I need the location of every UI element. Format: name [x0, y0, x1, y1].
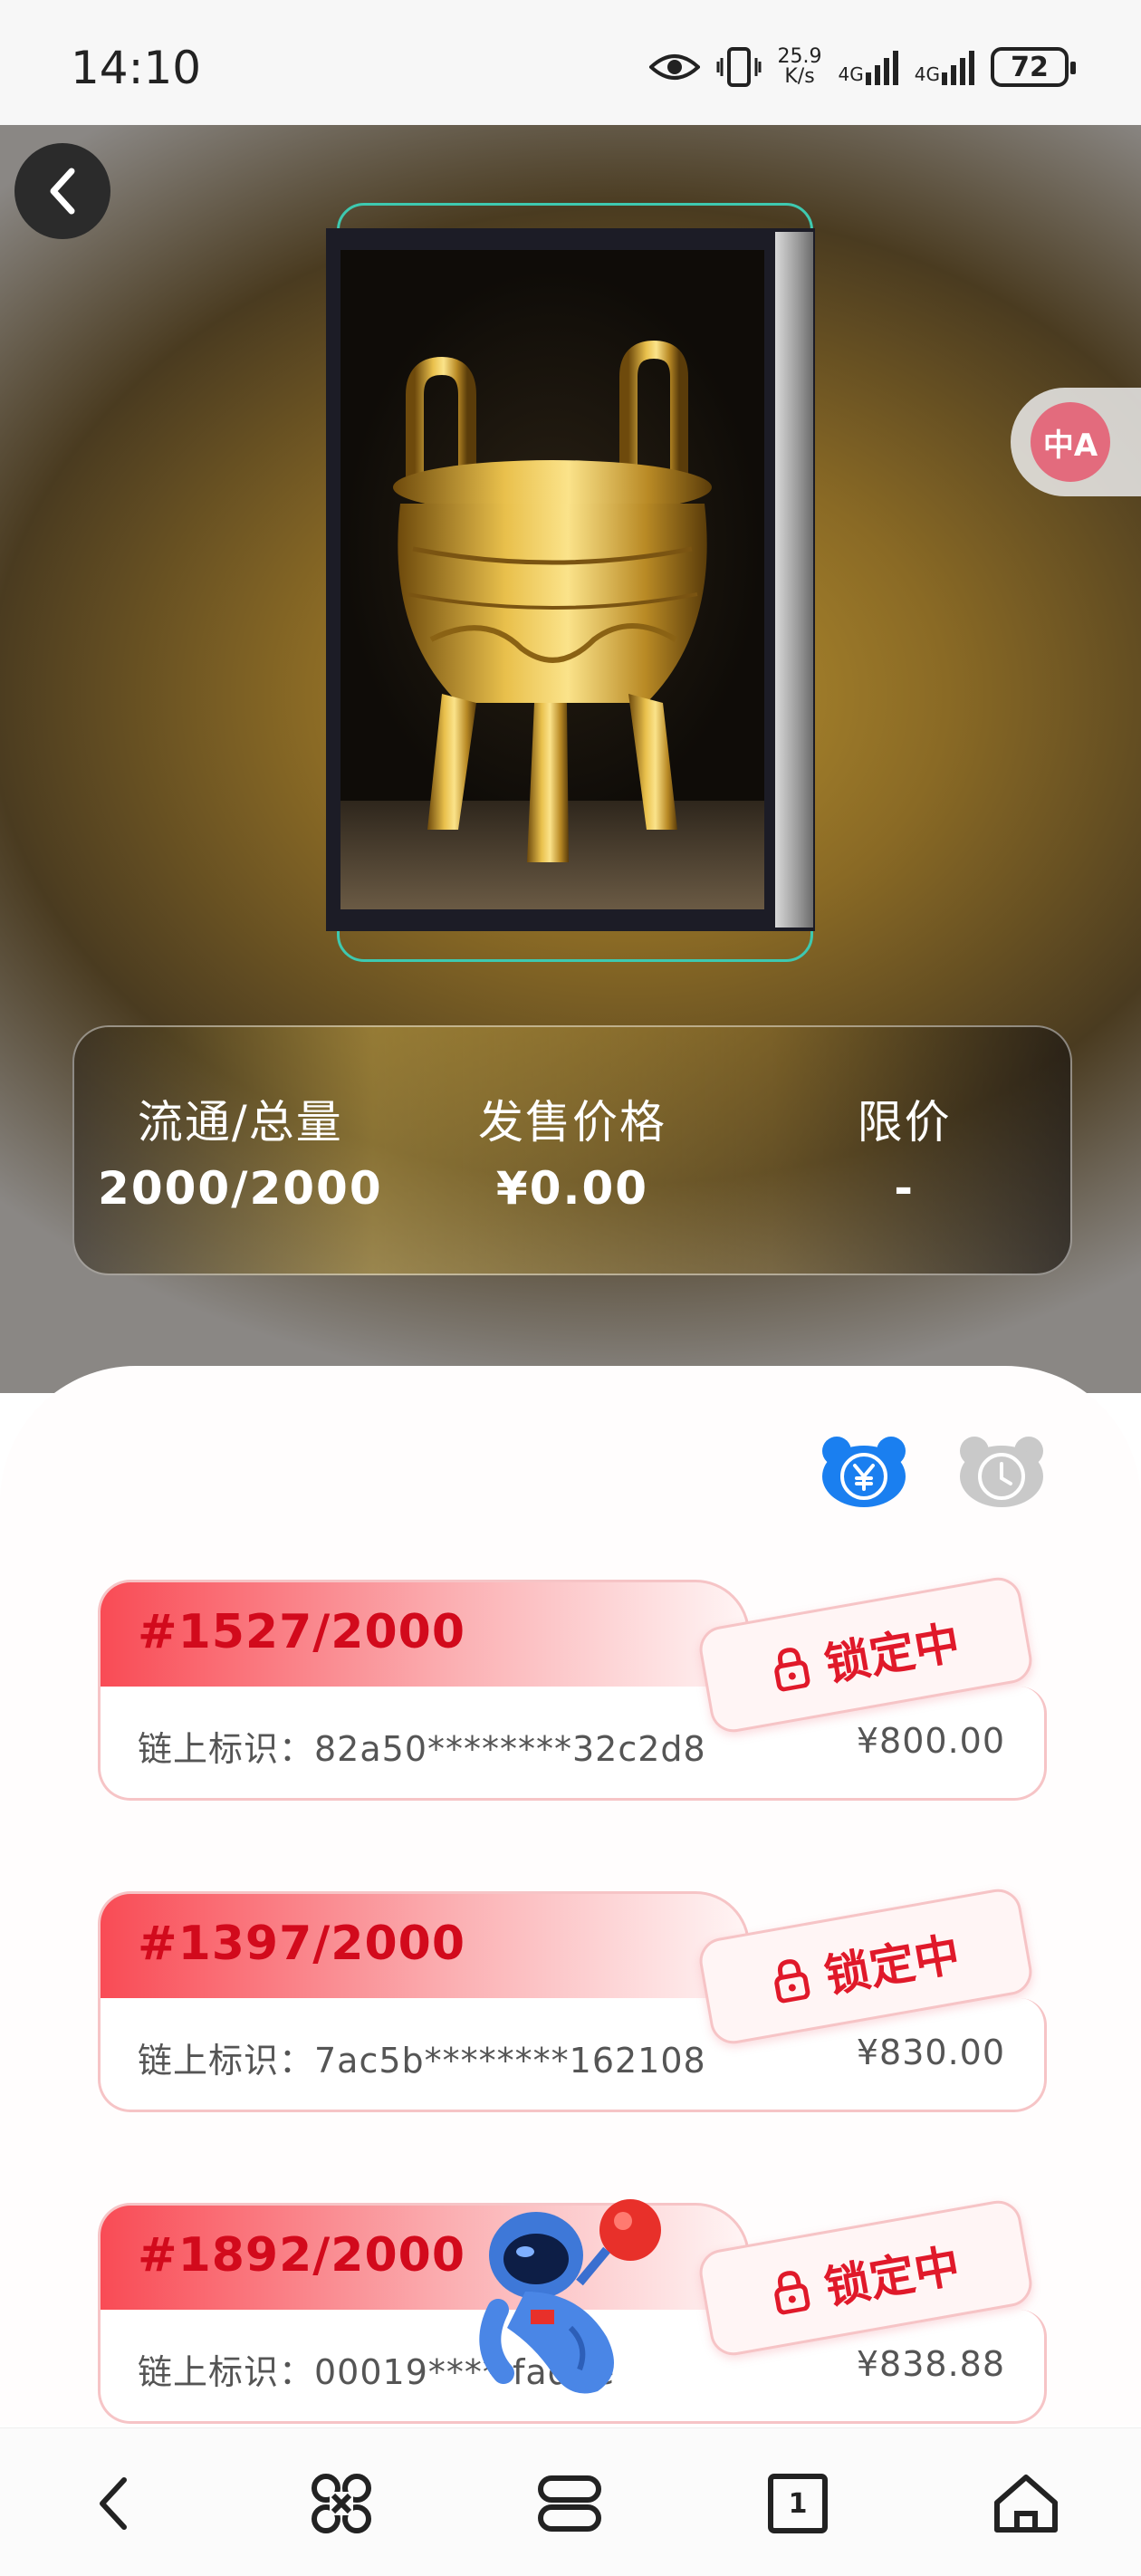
circulation-label: 流通/总量 — [137, 1096, 343, 1149]
multitask-icon — [538, 2475, 601, 2532]
back-button[interactable] — [14, 143, 110, 239]
listing-card[interactable]: #1527/2000 链上标识：82a50********32c2d8 ¥800… — [98, 1573, 1047, 1801]
translate-button[interactable]: 中A — [1011, 388, 1141, 496]
signal-1-label: 4G — [838, 63, 864, 85]
astronaut-icon — [479, 2199, 661, 2394]
limit-column: 限价 - — [738, 1027, 1070, 1274]
status-time: 14:10 — [71, 42, 202, 94]
lock-icon — [774, 1959, 810, 2004]
translate-icon: 中A — [1031, 402, 1110, 482]
vibrate-icon — [716, 47, 762, 87]
listing-price: ¥838.88 — [856, 2344, 1005, 2384]
status-bar: 14:10 25.9 K/s 4G 4G 72 — [0, 0, 1141, 125]
lock-icon — [774, 2271, 810, 2315]
clock-bear-icon — [960, 1437, 1043, 1507]
chevron-left-icon — [50, 168, 75, 215]
signal-bars-icon — [942, 49, 974, 85]
home-icon — [994, 2475, 1058, 2533]
net-speed: 25.9 K/s — [778, 47, 822, 87]
eye-icon — [648, 54, 700, 80]
edition-info-card: 流通/总量 2000/2000 发售价格 ¥0.00 限价 - — [72, 1025, 1072, 1275]
circulation-column: 流通/总量 2000/2000 — [74, 1027, 407, 1274]
artwork-image[interactable] — [340, 250, 764, 909]
nav-multitask-button[interactable] — [529, 2463, 610, 2544]
listing-price: ¥830.00 — [856, 2033, 1005, 2072]
golden-cauldron-illustration — [393, 340, 712, 862]
signal-bars-icon — [865, 49, 898, 85]
status-icons: 25.9 K/s 4G 4G 72 — [648, 38, 1076, 96]
nav-home-button[interactable] — [985, 2463, 1067, 2544]
circulation-value: 2000/2000 — [98, 1162, 383, 1215]
nav-apps-button[interactable] — [301, 2463, 382, 2544]
artwork-frame-edge — [775, 232, 813, 928]
locked-label: 锁定中 — [820, 1616, 964, 1692]
signal-1: 4G — [839, 49, 898, 85]
price-label: 发售价格 — [478, 1096, 666, 1149]
listing-price: ¥800.00 — [856, 1721, 1005, 1761]
net-speed-value: 25.9 — [777, 45, 822, 68]
nav-tabs-button[interactable]: 1 — [757, 2463, 839, 2544]
system-nav-bar: 1 — [0, 2427, 1141, 2576]
price-value: ¥0.00 — [495, 1162, 649, 1215]
net-speed-unit: K/s — [784, 65, 815, 88]
hero-section: 中A 流通/总量 2000/2000 发售价格 ¥0.00 限价 - — [0, 125, 1141, 1393]
sort-by-price-button[interactable] — [817, 1433, 911, 1509]
listing-chain-id: 链上标识：7ac5b********162108 — [138, 2041, 706, 2081]
locked-label: 锁定中 — [820, 1927, 964, 2004]
battery-icon: 72 — [991, 47, 1076, 87]
apps-icon — [312, 2474, 371, 2533]
tabs-count: 1 — [788, 2487, 808, 2520]
limit-value: - — [894, 1162, 916, 1215]
limit-label: 限价 — [857, 1096, 952, 1149]
listing-number: #1892/2000 — [138, 2228, 466, 2283]
listing-number: #1527/2000 — [138, 1605, 466, 1659]
locked-label: 锁定中 — [820, 2239, 964, 2315]
back-icon — [100, 2477, 127, 2530]
astronaut-mascot[interactable] — [471, 2192, 679, 2409]
listing-number: #1397/2000 — [138, 1917, 466, 1971]
listing-card[interactable]: #1397/2000 链上标识：7ac5b********162108 ¥830… — [98, 1885, 1047, 2112]
signal-2-label: 4G — [914, 63, 940, 85]
lock-icon — [774, 1648, 810, 1692]
sort-by-time-button[interactable] — [954, 1433, 1049, 1509]
nav-back-button[interactable] — [72, 2463, 154, 2544]
yen-bear-icon — [822, 1437, 906, 1507]
price-column: 发售价格 ¥0.00 — [407, 1027, 739, 1274]
battery-level: 72 — [1011, 51, 1049, 83]
signal-2: 4G — [915, 49, 974, 85]
listing-chain-id: 链上标识：82a50********32c2d8 — [138, 1729, 706, 1769]
